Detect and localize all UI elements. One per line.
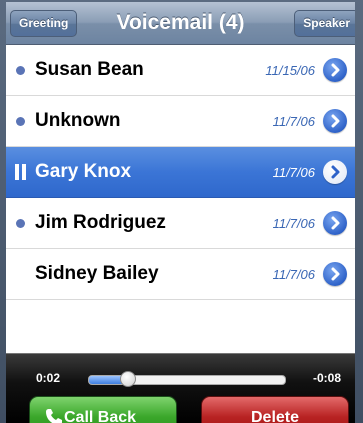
- voicemail-date: 11/7/06: [272, 165, 315, 180]
- voicemail-row[interactable]: Susan Bean 11/15/06: [6, 45, 355, 96]
- voicemail-row[interactable]: Unknown 11/7/06: [6, 96, 355, 147]
- voicemail-row[interactable]: Sidney Bailey 11/7/06: [6, 249, 355, 300]
- caller-name: Sidney Bailey: [35, 263, 159, 284]
- voicemail-date: 11/7/06: [272, 267, 315, 282]
- voicemail-row-selected[interactable]: Gary Knox 11/7/06: [6, 147, 355, 198]
- chevron-right-icon[interactable]: [323, 262, 347, 286]
- speaker-button[interactable]: Speaker: [294, 10, 355, 37]
- voicemail-screen: Greeting Voicemail (4) Speaker Susan Bea…: [6, 2, 355, 423]
- caller-name: Unknown: [35, 110, 121, 131]
- playback-controls: 0:02 -0:08 Call Back Delete: [6, 353, 355, 423]
- caller-name: Gary Knox: [35, 161, 132, 182]
- remaining-time: -0:08: [312, 371, 341, 385]
- phone-icon: [46, 409, 62, 423]
- unread-dot-icon: [16, 117, 25, 126]
- call-back-label: Call Back: [64, 409, 137, 423]
- elapsed-time: 0:02: [36, 371, 61, 385]
- chevron-right-icon[interactable]: [323, 58, 347, 82]
- caller-name: Susan Bean: [35, 59, 144, 80]
- call-back-button[interactable]: Call Back: [29, 396, 177, 423]
- voicemail-row[interactable]: Jim Rodriguez 11/7/06: [6, 198, 355, 249]
- voicemail-date: 11/7/06: [272, 114, 315, 129]
- chevron-right-icon[interactable]: [323, 160, 347, 184]
- voicemail-date: 11/7/06: [272, 216, 315, 231]
- scrubber-track[interactable]: [88, 375, 286, 385]
- chevron-right-icon[interactable]: [323, 109, 347, 133]
- caller-name: Jim Rodriguez: [35, 212, 166, 233]
- nav-bar: Greeting Voicemail (4) Speaker: [6, 2, 355, 45]
- delete-button[interactable]: Delete: [201, 396, 349, 423]
- unread-dot-icon: [16, 66, 25, 75]
- chevron-right-icon[interactable]: [323, 211, 347, 235]
- voicemail-list: Susan Bean 11/15/06 Unknown 11/7/06 Gary…: [6, 45, 355, 300]
- voicemail-date: 11/15/06: [265, 63, 315, 78]
- delete-label: Delete: [250, 409, 300, 423]
- unread-dot-icon: [16, 219, 25, 228]
- pause-icon[interactable]: [14, 164, 28, 180]
